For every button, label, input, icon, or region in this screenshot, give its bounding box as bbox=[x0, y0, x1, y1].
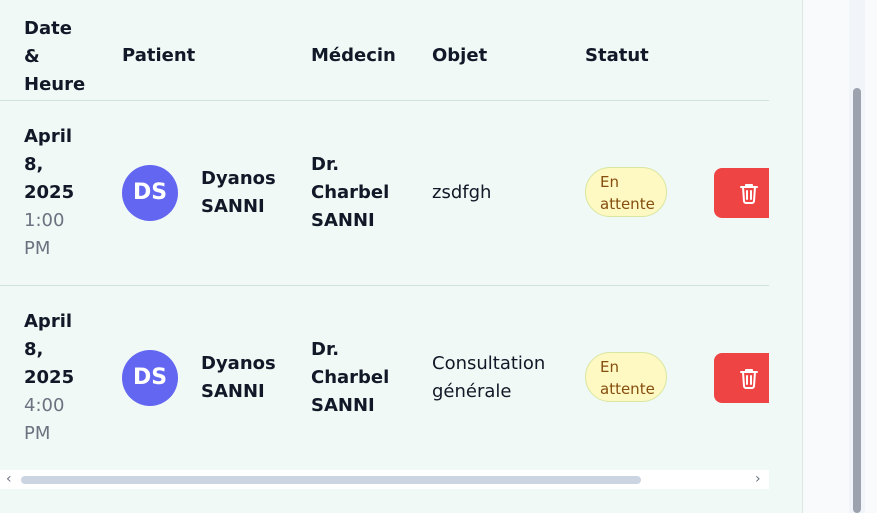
row2-status-line1: En bbox=[600, 358, 619, 376]
header-divider bbox=[0, 100, 769, 101]
row1-status-line1: En bbox=[600, 173, 619, 191]
row2-doctor: Dr. Charbel SANNI bbox=[311, 336, 391, 420]
header-medecin: Médecin bbox=[311, 45, 396, 66]
header-date-line1: Date bbox=[24, 18, 72, 39]
viewport: Date & Heure Patient Médecin Objet Statu… bbox=[0, 0, 877, 513]
row2-date-line3: 2025 bbox=[24, 367, 75, 388]
row2-time-line2: PM bbox=[24, 423, 51, 444]
row1-date-line3: 2025 bbox=[24, 182, 75, 203]
row2-patient-name: Dyanos SANNI bbox=[201, 350, 281, 406]
row1-delete-button[interactable] bbox=[714, 168, 769, 218]
header-objet: Objet bbox=[432, 45, 488, 66]
row2-datetime: April 8, 2025 4:00 PM bbox=[24, 308, 84, 448]
row2-doctor-line3: SANNI bbox=[311, 395, 375, 416]
row-divider bbox=[0, 285, 769, 286]
row2-patient-name-line2: SANNI bbox=[201, 381, 265, 402]
scroll-left-arrow[interactable]: ‹ bbox=[6, 470, 12, 489]
row2-patient-name-line1: Dyanos bbox=[201, 353, 276, 374]
row2-time-line1: 4:00 bbox=[24, 395, 65, 416]
row1-patient-avatar: DS bbox=[122, 165, 178, 221]
row2-date-line2: 8, bbox=[24, 339, 44, 360]
row2-status-line2: attente bbox=[600, 380, 655, 398]
row1-time-line2: PM bbox=[24, 238, 51, 259]
header-patient: Patient bbox=[122, 45, 196, 66]
vertical-scrollbar[interactable] bbox=[849, 0, 865, 513]
trash-icon bbox=[740, 184, 758, 204]
row1-doctor: Dr. Charbel SANNI bbox=[311, 151, 391, 235]
trash-icon bbox=[740, 369, 758, 389]
row1-status-badge: En attente bbox=[585, 167, 667, 217]
row2-date-line1: April bbox=[24, 311, 73, 332]
horizontal-scrollbar[interactable]: ‹ › bbox=[0, 470, 769, 489]
row1-objet-line1: zsdfgh bbox=[432, 182, 492, 203]
header-statut: Statut bbox=[585, 45, 649, 66]
row2-objet-line2: générale bbox=[432, 381, 512, 402]
row1-date-line2: 8, bbox=[24, 154, 44, 175]
appointments-panel: Date & Heure Patient Médecin Objet Statu… bbox=[0, 0, 803, 513]
appointments-table: Date & Heure Patient Médecin Objet Statu… bbox=[0, 0, 769, 470]
row1-status-line2: attente bbox=[600, 195, 655, 213]
row2-objet: Consultation générale bbox=[432, 350, 562, 406]
row2-doctor-line1: Dr. bbox=[311, 339, 340, 360]
header-date-line3: Heure bbox=[24, 74, 86, 95]
row2-doctor-line2: Charbel bbox=[311, 367, 390, 388]
header-date: Date & Heure bbox=[24, 15, 85, 99]
row2-objet-line1: Consultation bbox=[432, 353, 546, 374]
row1-time-line1: 1:00 bbox=[24, 210, 65, 231]
vertical-scrollbar-thumb[interactable] bbox=[853, 88, 861, 513]
row1-patient-name-line1: Dyanos bbox=[201, 168, 276, 189]
row2-status-badge: En attente bbox=[585, 352, 667, 402]
row1-datetime: April 8, 2025 1:00 PM bbox=[24, 123, 84, 263]
row1-patient-name-line2: SANNI bbox=[201, 196, 265, 217]
row2-delete-button[interactable] bbox=[714, 353, 769, 403]
row2-patient-avatar: DS bbox=[122, 350, 178, 406]
scroll-right-arrow[interactable]: › bbox=[755, 470, 761, 489]
row1-date-line1: April bbox=[24, 126, 73, 147]
row1-doctor-line3: SANNI bbox=[311, 210, 375, 231]
header-date-line2: & bbox=[24, 46, 40, 67]
row1-doctor-line2: Charbel bbox=[311, 182, 390, 203]
row1-patient-name: Dyanos SANNI bbox=[201, 165, 281, 221]
horizontal-scrollbar-thumb[interactable] bbox=[21, 476, 641, 484]
row1-objet: zsdfgh bbox=[432, 179, 562, 207]
row1-doctor-line1: Dr. bbox=[311, 154, 340, 175]
